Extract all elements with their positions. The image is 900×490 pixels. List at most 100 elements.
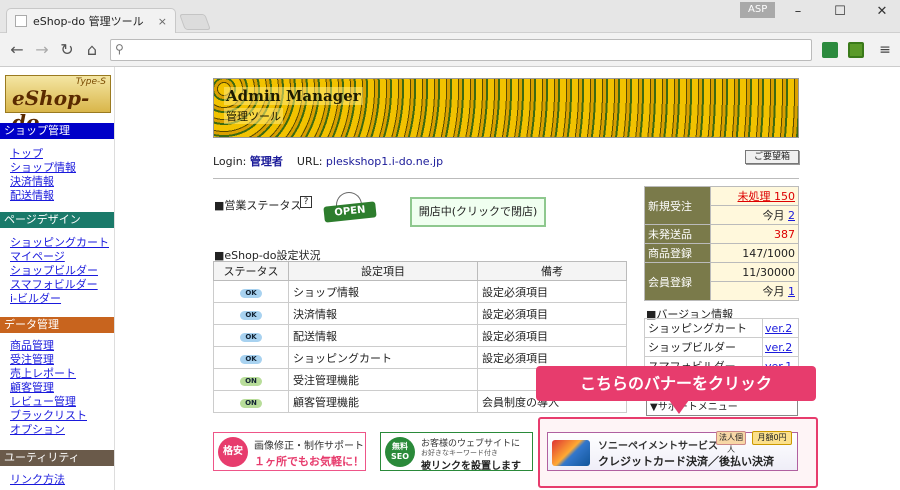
seo-banner[interactable]: 無料SEO お客様のウェブサイトに お好きなキーワード付き 被リンクを設置します: [380, 432, 533, 472]
reload-icon[interactable]: ↻: [58, 41, 76, 59]
address-input[interactable]: [133, 42, 803, 58]
members-month-cell: 今月 1: [710, 281, 799, 301]
status-cell: OK: [213, 302, 289, 325]
table-row: OK 配送情報 設定必須項目: [213, 324, 628, 347]
unprocessed-link[interactable]: 未処理 150: [710, 186, 799, 206]
home-icon[interactable]: ⌂: [83, 41, 101, 59]
column-header: 設定項目: [288, 261, 478, 281]
item-cell: 配送情報: [288, 324, 478, 347]
table-row: ショップビルダー ver.2: [644, 337, 799, 357]
members-label: 会員登録: [644, 262, 711, 301]
payment-banner[interactable]: ソニーペイメントサービス クレジットカード決済／後払い決済 法人個人 月額0円: [547, 431, 798, 471]
banner-text: ソニーペイメントサービス: [598, 441, 718, 452]
unshipped-value: 387: [710, 224, 799, 244]
banner-badge: 格安: [218, 437, 248, 467]
maximize-icon[interactable]: ☐: [830, 4, 850, 20]
sidebar-section-utility: ユーティリティ: [0, 450, 114, 466]
back-icon[interactable]: ←: [8, 41, 26, 59]
members-value: 11/30000: [710, 262, 799, 282]
sidebar-section-design: ページデザイン: [0, 212, 114, 228]
sidebar-section-shop: ショップ管理: [0, 123, 114, 139]
image-support-banner[interactable]: 格安 画像修正・制作サポート １ヶ所でもお気軽に！: [213, 432, 366, 471]
table-row: OK ショップ情報 設定必須項目: [213, 280, 628, 303]
item-cell: 顧客管理機能: [288, 390, 478, 413]
unprocessed-value[interactable]: 未処理 150: [738, 190, 796, 203]
section-title: ショップ管理: [4, 124, 70, 137]
members-month-value[interactable]: 1: [788, 285, 795, 298]
profile-badge: ASP: [740, 2, 776, 18]
status-badge: OK: [240, 311, 262, 320]
banner-badge: 無料SEO: [385, 437, 415, 467]
request-box-button[interactable]: ご要望箱: [745, 150, 799, 164]
table-row: 未発送品 387: [644, 224, 799, 244]
forward-icon[interactable]: →: [33, 41, 51, 59]
tab-close-icon[interactable]: ×: [158, 15, 167, 28]
products-label: 商品登録: [644, 243, 711, 263]
version-link[interactable]: ver.2: [765, 341, 792, 354]
extension-icon[interactable]: [822, 42, 838, 58]
status-badge: ON: [240, 399, 262, 408]
banner-text: クレジットカード決済／後払い決済: [598, 455, 774, 468]
status-cell: OK: [213, 324, 289, 347]
page-subtitle: 管理ツール: [224, 108, 283, 124]
version-link[interactable]: ver.2: [765, 322, 792, 335]
banner-text: １ヶ所でもお気軽に！: [254, 455, 364, 468]
status-badge: OK: [240, 289, 262, 298]
column-header: 備考: [476, 261, 628, 281]
login-value: 管理者: [249, 155, 283, 168]
status-cell: OK: [213, 346, 289, 369]
note-cell: 設定必須項目: [476, 324, 628, 347]
url-label: URL:: [296, 155, 323, 168]
sidebar-section-data: データ管理: [0, 317, 114, 333]
table-row: 会員登録 11/30000: [644, 262, 799, 301]
favicon-icon: [15, 15, 27, 27]
new-tab-button[interactable]: [179, 14, 211, 30]
month-label: 今月: [762, 285, 785, 298]
tab-title: eShop-do 管理ツール: [33, 15, 144, 28]
sidebar-item[interactable]: リンク方法: [10, 471, 65, 487]
business-status-label: ■営業ステータス: [214, 199, 302, 212]
status-cell: ON: [213, 390, 289, 413]
note-cell: 設定必須項目: [476, 302, 628, 325]
toggle-open-button[interactable]: 開店中(クリックで閉店): [410, 197, 546, 227]
url-value[interactable]: pleskshop1.i-do.ne.jp: [326, 155, 443, 168]
table-row: 商品登録 147/1000: [644, 243, 799, 263]
note-cell: 設定必須項目: [476, 280, 628, 303]
search-icon: ⚲: [115, 42, 124, 56]
close-window-icon[interactable]: ✕: [872, 4, 892, 20]
table-row: 新規受注 未処理 150: [644, 186, 799, 225]
table-header-row: ステータス 設定項目 備考: [213, 261, 628, 281]
table-row: ショッピングカート ver.2: [644, 318, 799, 338]
browser-tab[interactable]: eShop-do 管理ツール ×: [6, 8, 176, 33]
orders-month-cell: 今月 2: [710, 205, 799, 225]
browser-chrome: eShop-do 管理ツール × ASP – ☐ ✕ ← → ↻ ⌂ ⚲ ≡: [0, 0, 900, 67]
header-banner: Admin Manager 管理ツール: [213, 78, 799, 138]
orders-month-value[interactable]: 2: [788, 209, 795, 222]
banner-text: 画像修正・制作サポート: [254, 441, 364, 452]
banner-tag: 月額0円: [752, 431, 792, 445]
sidebar-item[interactable]: オプション: [10, 421, 65, 437]
item-cell: ショッピングカート: [288, 346, 478, 369]
minimize-icon[interactable]: –: [788, 4, 808, 20]
section-title: ページデザイン: [4, 213, 81, 226]
login-info: Login: 管理者 URL: pleskshop1.i-do.ne.jp: [213, 153, 443, 169]
version-cell: ver.2: [762, 337, 799, 357]
logo[interactable]: Type-S eShop-do: [5, 75, 111, 134]
callout-label: こちらのバナーをクリック: [536, 366, 816, 401]
menu-icon[interactable]: ≡: [878, 41, 892, 59]
item-cell: ショップ情報: [288, 280, 478, 303]
page-title: Admin Manager: [224, 87, 363, 105]
address-bar[interactable]: ⚲: [110, 39, 812, 61]
sidebar-item[interactable]: i-ビルダー: [10, 290, 61, 306]
version-name: ショッピングカート: [644, 318, 763, 338]
status-badge: OK: [240, 355, 262, 364]
sidebar-item[interactable]: 配送情報: [10, 187, 54, 203]
products-value: 147/1000: [710, 243, 799, 263]
column-header: ステータス: [213, 261, 289, 281]
extension-icon[interactable]: [848, 42, 864, 58]
callout-arrow: [669, 400, 689, 414]
month-label: 今月: [762, 209, 785, 222]
help-icon[interactable]: ?: [300, 196, 312, 208]
credit-card-icon: [552, 440, 590, 466]
banner-tag: 法人個人: [716, 431, 746, 454]
